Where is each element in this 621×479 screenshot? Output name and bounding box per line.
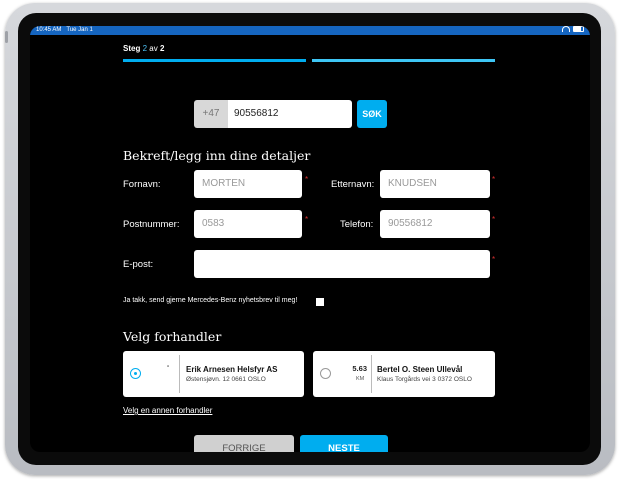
card-divider (179, 355, 180, 393)
postal-input[interactable]: 0583 (194, 210, 302, 238)
required-marker: * (305, 215, 309, 224)
email-label: E-post: (123, 259, 154, 270)
volume-button (5, 31, 8, 43)
dealer-card[interactable]: 5.63 KM Bertel O. Steen Ullevål Klaus To… (313, 351, 495, 397)
next-button[interactable]: NESTE (300, 435, 388, 452)
radio-selected[interactable] (130, 368, 141, 379)
dealer-address: Klaus Torgårds vei 3 0372 OSLO (377, 376, 472, 383)
dealer-heading: Velg forhandler (123, 329, 222, 344)
telephone-label: Telefon: (340, 219, 374, 230)
telephone-input[interactable]: 90556812 (380, 210, 490, 238)
dealer-distance-placeholder: • (167, 364, 170, 370)
progress-bar-step-1 (123, 59, 306, 62)
wifi-icon (562, 26, 570, 32)
tablet-frame: 10:45 AM Tue Jan 1 Steg 2 av 2 +47 90556… (5, 3, 615, 475)
dealer-unit: KM (356, 376, 365, 382)
required-marker: * (305, 175, 309, 184)
choose-other-dealer-link[interactable]: Velg en annen forhandler (123, 406, 212, 415)
battery-icon (573, 26, 584, 32)
radio-unselected[interactable] (320, 368, 331, 379)
search-button[interactable]: SØK (357, 100, 387, 128)
required-marker: * (492, 175, 496, 184)
status-bar: 10:45 AM Tue Jan 1 (30, 26, 590, 35)
progress-bar-step-2 (312, 59, 495, 62)
tablet-bezel: 10:45 AM Tue Jan 1 Steg 2 av 2 +47 90556… (18, 13, 601, 465)
dealer-card[interactable]: • Erik Arnesen Helsfyr AS Østensjøvn. 12… (123, 351, 304, 397)
card-divider (371, 355, 372, 393)
phone-input[interactable]: 90556812 (228, 100, 352, 128)
screen: 10:45 AM Tue Jan 1 Steg 2 av 2 +47 90556… (30, 26, 590, 452)
step-indicator: Steg 2 av 2 (123, 44, 165, 53)
dealer-address: Østensjøvn. 12 0661 OSLO (186, 376, 266, 383)
first-name-label: Fornavn: (123, 179, 161, 190)
status-time: 10:45 AM Tue Jan 1 (36, 27, 93, 33)
dealer-distance: 5.63 (352, 364, 367, 373)
last-name-label: Etternavn: (331, 179, 375, 190)
first-name-input[interactable]: MORTEN (194, 170, 302, 198)
required-marker: * (492, 215, 496, 224)
dealer-name: Bertel O. Steen Ullevål (377, 365, 463, 374)
back-button[interactable]: FORRIGE (194, 435, 294, 452)
dealer-name: Erik Arnesen Helsfyr AS (186, 365, 278, 374)
postal-label: Postnummer: (123, 219, 180, 230)
status-icons (562, 26, 584, 32)
newsletter-label: Ja takk, send gjerne Mercedes-Benz nyhet… (123, 297, 298, 304)
newsletter-checkbox[interactable] (316, 298, 324, 306)
last-name-input[interactable]: KNUDSEN (380, 170, 490, 198)
details-heading: Bekreft/legg inn dine detaljer (123, 148, 311, 163)
country-code: +47 (194, 100, 228, 128)
email-input[interactable] (194, 250, 490, 278)
required-marker: * (492, 255, 496, 264)
